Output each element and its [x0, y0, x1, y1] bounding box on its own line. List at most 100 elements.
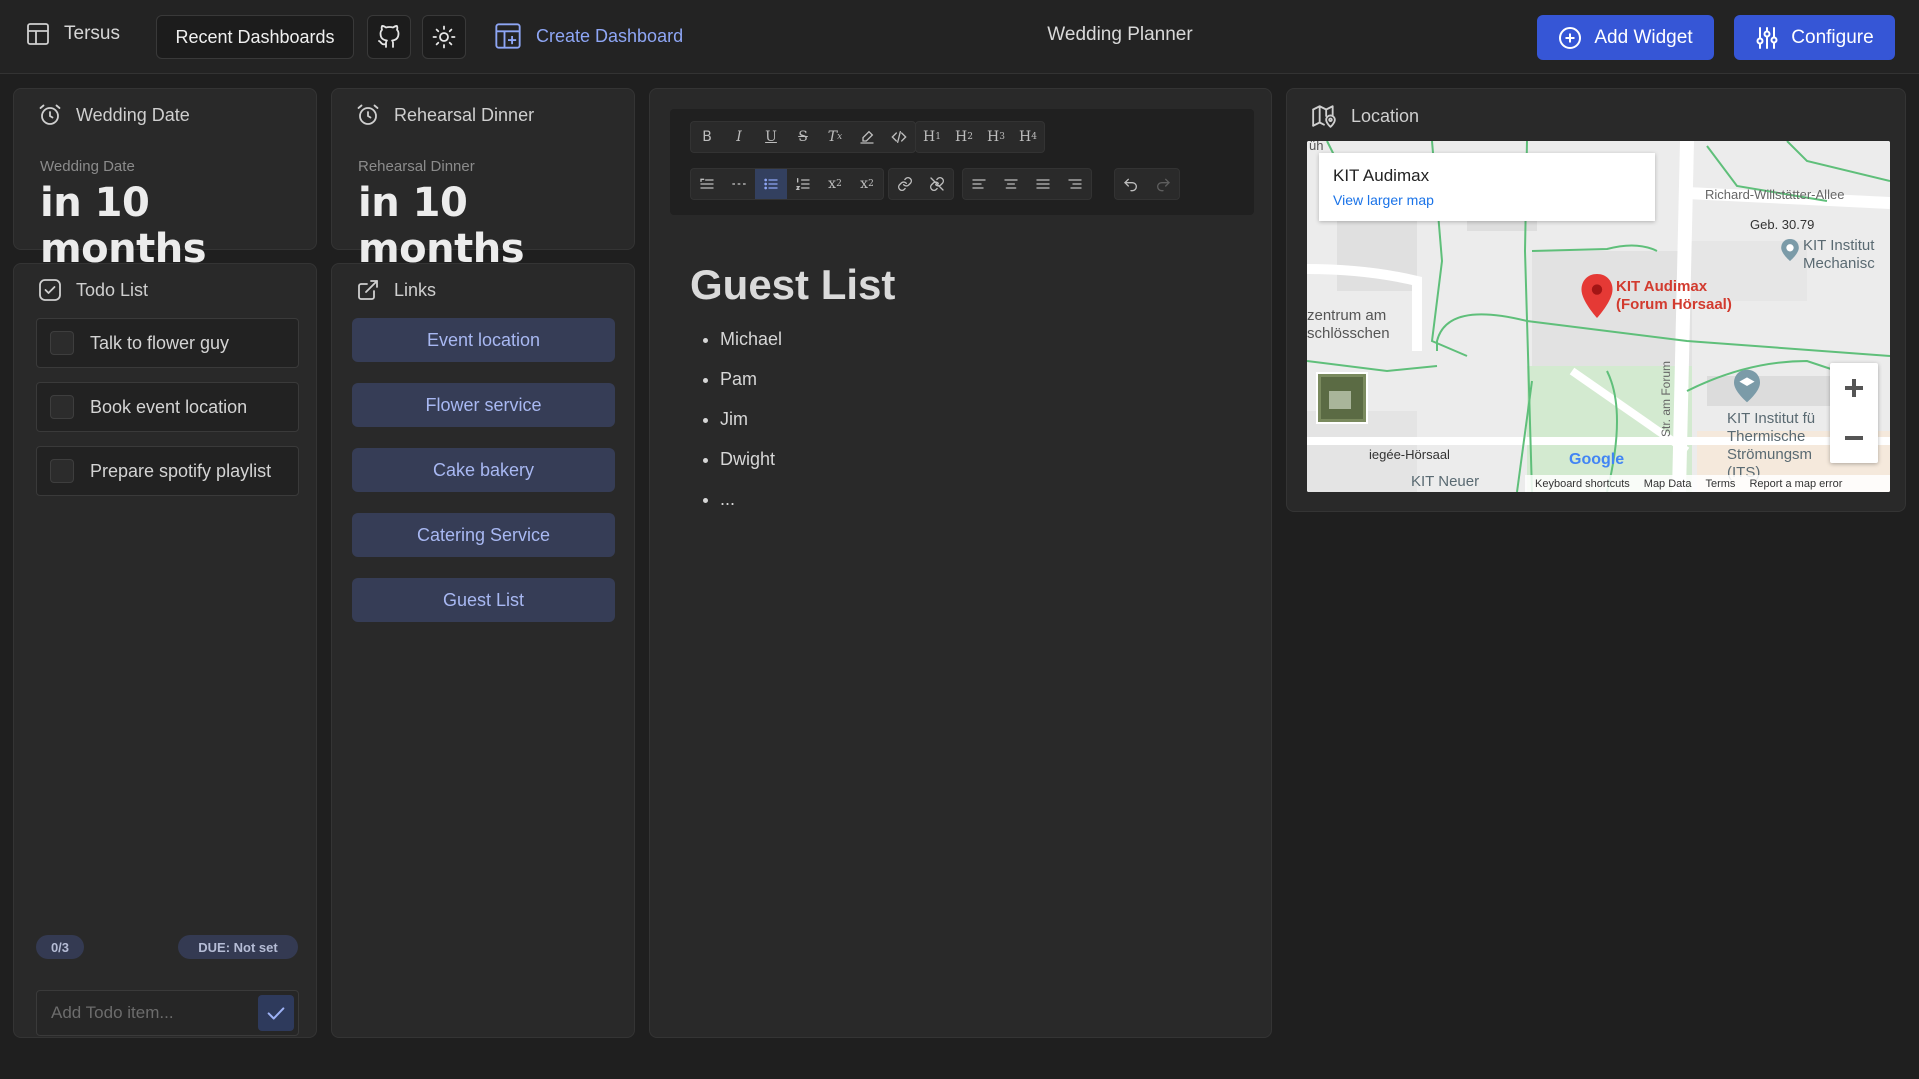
add-todo-input[interactable]: [37, 991, 257, 1035]
link-button[interactable]: Catering Service: [352, 513, 615, 557]
wedding-date-header: Wedding Date: [38, 103, 190, 127]
recent-dashboards-label: Recent Dashboards: [175, 26, 335, 47]
wedding-date-widget: Wedding Date Wedding Date in 10 months: [13, 88, 317, 272]
todo-checkbox[interactable]: [50, 331, 74, 355]
map-label: Strömungsm: [1727, 446, 1813, 463]
align-right-button[interactable]: [1059, 169, 1091, 199]
bold-button[interactable]: B: [691, 122, 723, 152]
undo-button[interactable]: [1115, 169, 1147, 199]
external-link-icon: [358, 280, 378, 300]
alarm-clock-icon: [39, 104, 61, 125]
h4-button[interactable]: H4: [1012, 122, 1044, 152]
guest-list[interactable]: Michael Pam Jim Dwight ...: [720, 329, 782, 529]
rich-text-editor-widget: B I U S Tx H1 H2 H3 H4 x 2 x 2 Guest Lis…: [649, 88, 1272, 1038]
h2-button[interactable]: H2: [948, 122, 980, 152]
highlighter-icon: [860, 130, 874, 144]
history-group: [1114, 168, 1180, 200]
link-icon: [898, 177, 912, 191]
subscript-button[interactable]: x2: [819, 169, 851, 199]
add-widget-label: Add Widget: [1594, 26, 1693, 48]
strikethrough-button[interactable]: S: [787, 122, 819, 152]
superscript-button[interactable]: x2: [851, 169, 883, 199]
code-button[interactable]: [883, 122, 915, 152]
report-map-error-link[interactable]: Report a map error: [1749, 478, 1842, 490]
redo-button[interactable]: [1147, 169, 1179, 199]
ordered-list-button[interactable]: [787, 169, 819, 199]
minus-icon: [1845, 436, 1863, 440]
wedding-date-countdown: in 10 months: [40, 180, 207, 272]
h1-button[interactable]: H1: [916, 122, 948, 152]
github-button[interactable]: [367, 15, 411, 59]
map-label: zentrum am: [1307, 307, 1387, 324]
configure-button[interactable]: Configure: [1734, 15, 1895, 60]
align-center-button[interactable]: [995, 169, 1027, 199]
todo-item[interactable]: Book event location: [36, 382, 299, 432]
map-label: KIT Institut: [1803, 237, 1875, 254]
block-group: x2 x2: [690, 168, 884, 200]
zoom-in-button[interactable]: [1830, 363, 1878, 413]
map-info-card: KIT Audimax View larger map: [1319, 153, 1655, 221]
todo-item[interactable]: Talk to flower guy: [36, 318, 299, 368]
todo-item[interactable]: Prepare spotify playlist: [36, 446, 299, 496]
align-justify-button[interactable]: [1027, 169, 1059, 199]
recent-dashboards-button[interactable]: Recent Dashboards: [156, 15, 354, 59]
highlight-button[interactable]: [851, 122, 883, 152]
add-todo-submit-button[interactable]: [258, 995, 294, 1031]
align-justify-icon: [1036, 179, 1050, 189]
wedding-date-label: Wedding Date: [40, 158, 135, 175]
create-dashboard-button[interactable]: Create Dashboard: [494, 22, 683, 50]
editor-heading[interactable]: Guest List: [690, 261, 895, 309]
blockquote-button[interactable]: [691, 169, 723, 199]
todo-checkbox[interactable]: [50, 459, 74, 483]
map-embed[interactable]: üh Richard-Willstätter-Allee Geb. 30.79 …: [1307, 141, 1890, 492]
university-marker-icon: [1734, 369, 1760, 403]
quote-icon: [700, 178, 714, 189]
map-footer: Keyboard shortcuts Map Data Terms Report…: [1525, 475, 1890, 492]
h3-button[interactable]: H3: [980, 122, 1012, 152]
top-bar: Tersus Recent Dashboards Create Dashboar…: [0, 0, 1919, 74]
rehearsal-dinner-header: Rehearsal Dinner: [356, 103, 534, 127]
remove-link-button[interactable]: [921, 169, 953, 199]
todo-item-text: Talk to flower guy: [90, 332, 230, 353]
italic-button[interactable]: I: [723, 122, 755, 152]
map-label: schlösschen: [1307, 325, 1390, 342]
map-street-label: Richard-Willstätter-Allee: [1705, 187, 1845, 202]
brand[interactable]: Tersus: [26, 22, 120, 46]
view-larger-map-link[interactable]: View larger map: [1333, 192, 1434, 208]
add-widget-button[interactable]: Add Widget: [1537, 15, 1714, 60]
alarm-clock-icon: [357, 104, 379, 125]
horizontal-rule-button[interactable]: [723, 169, 755, 199]
clear-format-button[interactable]: Tx: [819, 122, 851, 152]
rehearsal-dinner-widget: Rehearsal Dinner Rehearsal Dinner in 10 …: [331, 88, 635, 272]
add-todo-field: [36, 990, 299, 1036]
google-logo: Google: [1569, 451, 1625, 468]
list-item: Michael: [720, 329, 782, 369]
align-left-button[interactable]: [963, 169, 995, 199]
insert-link-button[interactable]: [889, 169, 921, 199]
location-title: Location: [1351, 105, 1420, 126]
zoom-out-button[interactable]: [1830, 413, 1878, 463]
theme-toggle-button[interactable]: [422, 15, 466, 59]
keyboard-shortcuts-link[interactable]: Keyboard shortcuts: [1535, 478, 1630, 490]
link-button[interactable]: Flower service: [352, 383, 615, 427]
map-pin-icon: [1312, 105, 1336, 128]
map-data-link[interactable]: Map Data: [1644, 478, 1692, 490]
todo-checkbox[interactable]: [50, 395, 74, 419]
bullet-list-button[interactable]: [755, 169, 787, 199]
map-label: Mechanisc: [1803, 255, 1875, 272]
map-place-name: KIT Audimax: [1333, 166, 1430, 185]
format-group: B I U S Tx: [690, 121, 916, 153]
terms-link[interactable]: Terms: [1705, 478, 1735, 490]
map-label: KIT Neuer: [1411, 473, 1480, 490]
link-button[interactable]: Event location: [352, 318, 615, 362]
align-center-icon: [1004, 179, 1018, 189]
rehearsal-dinner-label: Rehearsal Dinner: [358, 158, 475, 175]
underline-button[interactable]: U: [755, 122, 787, 152]
editor-toolbar: B I U S Tx H1 H2 H3 H4 x 2 x 2: [670, 109, 1254, 215]
add-layout-icon: [495, 23, 521, 49]
plus-circle-icon: [1559, 26, 1582, 49]
link-button[interactable]: Cake bakery: [352, 448, 615, 492]
link-button[interactable]: Guest List: [352, 578, 615, 622]
wedding-date-title: Wedding Date: [76, 104, 190, 125]
heading-group: H1 H2 H3 H4: [915, 121, 1045, 153]
